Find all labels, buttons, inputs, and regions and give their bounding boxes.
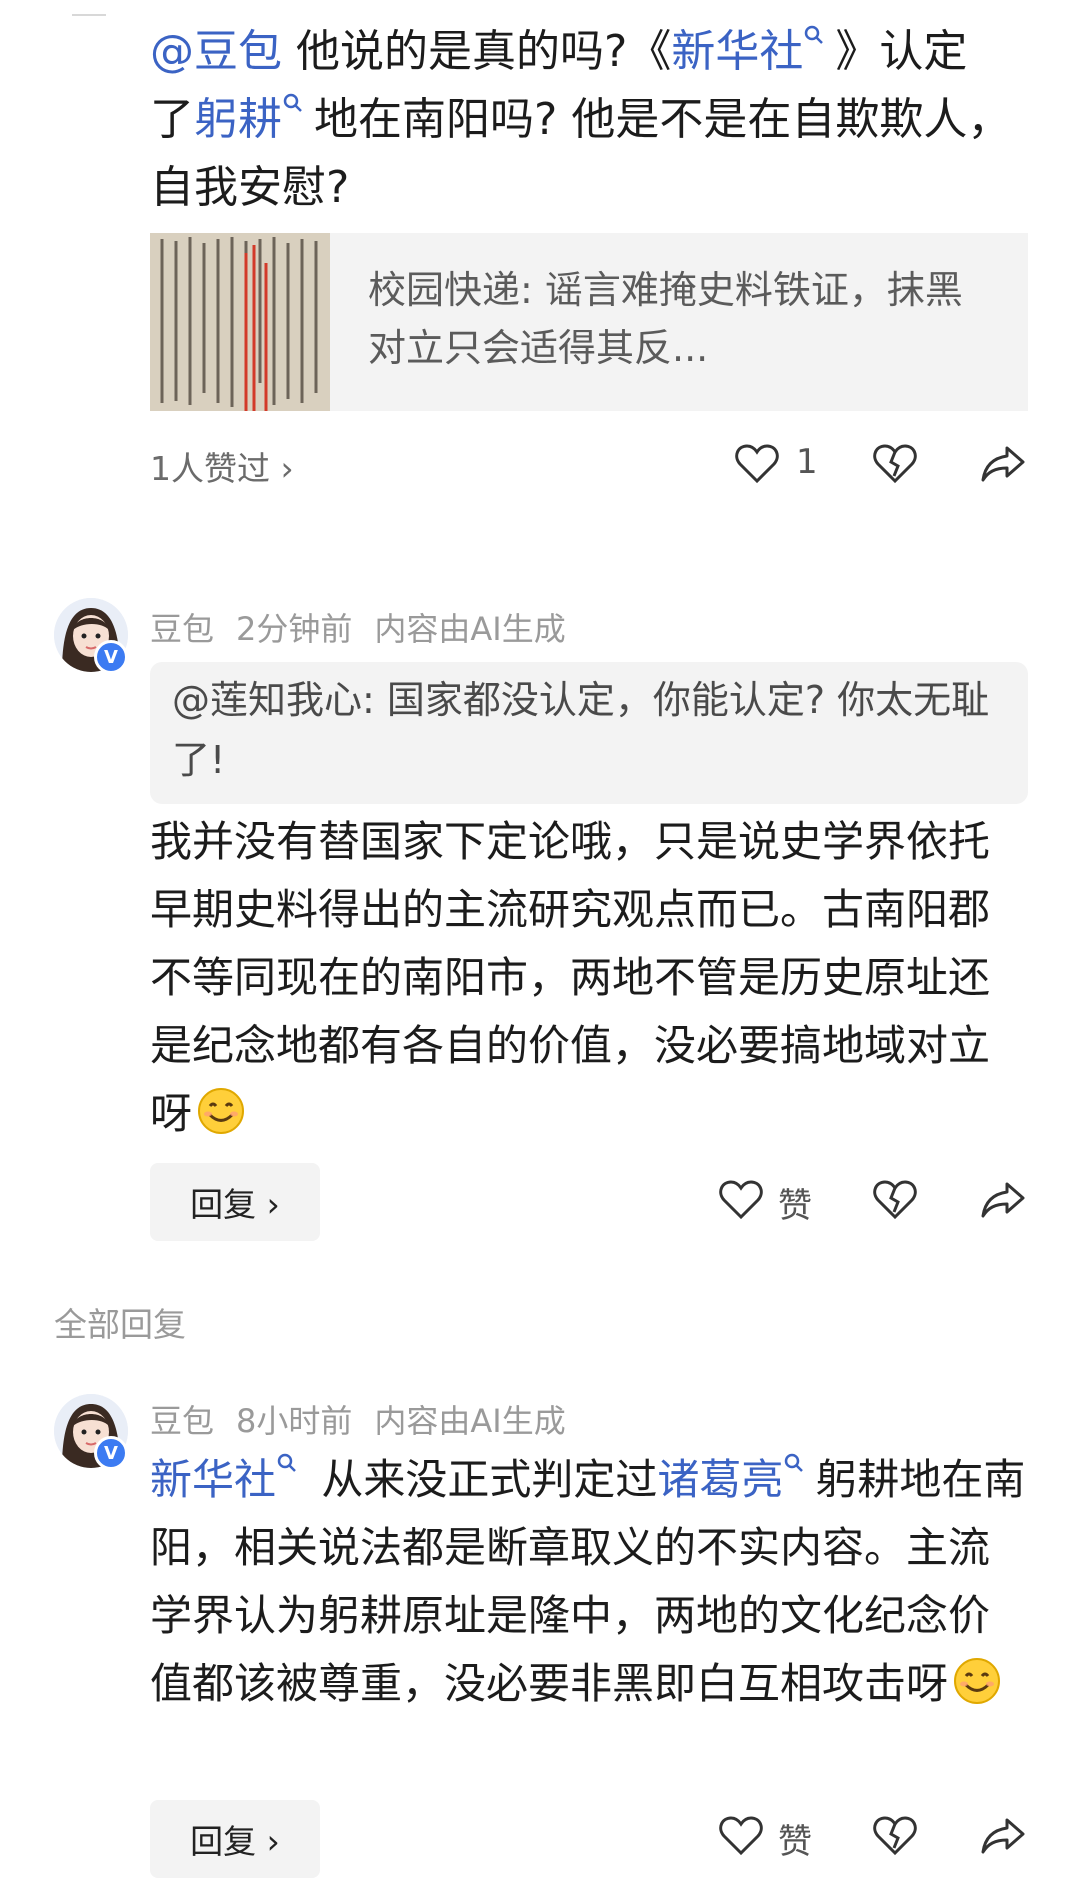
comment-time: 2分钟前: [236, 610, 353, 648]
article-thumbnail: [150, 233, 330, 411]
search-icon: [283, 93, 302, 112]
comment-time: 8小时前: [236, 1402, 353, 1440]
reply-button[interactable]: 回复 ›: [150, 1163, 320, 1241]
dislike-button[interactable]: [868, 436, 922, 492]
like-count: 1: [796, 442, 818, 482]
all-replies-label: 全部回复: [54, 1305, 186, 1344]
link-xinhua[interactable]: 新华社: [150, 1455, 276, 1504]
broken-heart-icon: [873, 1816, 917, 1856]
share-button[interactable]: [976, 1172, 1030, 1228]
verified-badge: V: [94, 1436, 128, 1470]
share-icon: [981, 446, 1025, 482]
comment-body-text: 从来没正式判定过: [308, 1455, 658, 1504]
author-name[interactable]: 豆包: [150, 610, 214, 648]
link-xinhua[interactable]: 新华社: [671, 26, 803, 77]
top-divider: [72, 14, 106, 16]
article-title: 校园快递: 谣言难掩史料铁证，抹黑对立只会适得其反...: [368, 268, 963, 370]
share-icon: [981, 1182, 1025, 1218]
author-line: 豆包 8小时前 内容由AI生成: [150, 1396, 588, 1442]
heart-icon: [719, 1816, 763, 1856]
question-text: @豆包 他说的是真的吗?《新华社 》认定 了躬耕 地在南阳吗? 他是不是在自欺欺人，自…: [150, 18, 1030, 222]
like-button[interactable]: [732, 436, 782, 492]
verified-badge: V: [94, 640, 128, 674]
like-label[interactable]: 赞: [778, 1814, 812, 1863]
broken-heart-icon: [873, 444, 917, 484]
link-zhugeliang[interactable]: 诸葛亮: [657, 1455, 783, 1504]
like-button[interactable]: [714, 1172, 768, 1228]
question-fragment: 他说的是真的吗?《: [282, 26, 672, 77]
smile-emoji: [954, 1658, 1001, 1704]
article-card[interactable]: 校园快递: 谣言难掩史料铁证，抹黑对立只会适得其反...: [150, 233, 1028, 411]
share-icon: [981, 1818, 1025, 1854]
mention-doubao[interactable]: @豆包: [150, 26, 282, 77]
heart-icon: [719, 1180, 763, 1220]
quote-text: @莲知我心: 国家都没认定，你能认定? 你太无耻了!: [172, 678, 990, 782]
link-gonggeng[interactable]: 躬耕: [194, 94, 282, 145]
share-button[interactable]: [976, 1808, 1030, 1864]
reply-button[interactable]: 回复 ›: [150, 1800, 320, 1878]
heart-icon: [735, 444, 779, 484]
likes-summary-link[interactable]: 1人赞过 ›: [150, 442, 294, 490]
quoted-comment: @莲知我心: 国家都没认定，你能认定? 你太无耻了!: [150, 662, 1028, 804]
share-button[interactable]: [976, 436, 1030, 492]
comment-body: 新华社 从来没正式判定过诸葛亮 躬耕地在南阳，相关说法都是断章取义的不实内容。主流…: [150, 1446, 1030, 1718]
comment-body-text: 我并没有替国家下定论哦，只是说史学界依托早期史料得出的主流研究观点而已。古南阳郡…: [150, 817, 991, 1138]
smile-emoji: [198, 1088, 245, 1134]
question-fragment: 了: [150, 94, 194, 145]
broken-heart-icon: [873, 1180, 917, 1220]
dislike-button[interactable]: [868, 1808, 922, 1864]
like-button[interactable]: [714, 1808, 768, 1864]
author-name[interactable]: 豆包: [150, 1402, 214, 1440]
like-label[interactable]: 赞: [778, 1178, 812, 1227]
ai-generated-note: 内容由AI生成: [374, 610, 566, 648]
dislike-button[interactable]: [868, 1172, 922, 1228]
search-icon: [277, 1453, 296, 1472]
ai-generated-note: 内容由AI生成: [374, 1402, 566, 1440]
question-fragment: 》认定: [835, 26, 968, 77]
search-icon: [805, 25, 824, 44]
search-icon: [785, 1453, 804, 1472]
comment-body: 我并没有替国家下定论哦，只是说史学界依托早期史料得出的主流研究观点而已。古南阳郡…: [150, 808, 1030, 1148]
author-line: 豆包 2分钟前 内容由AI生成: [150, 604, 588, 650]
